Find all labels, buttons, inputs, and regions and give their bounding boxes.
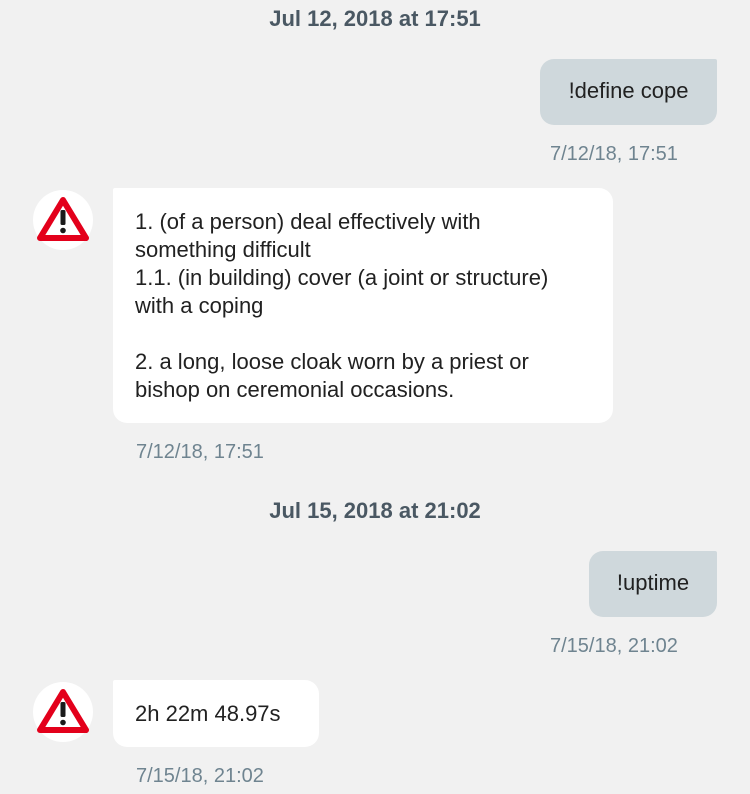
message-timestamp: 7/15/18, 21:02 (550, 635, 678, 657)
bot-avatar[interactable] (33, 190, 93, 250)
warning-triangle-icon (37, 197, 89, 241)
date-header: Jul 15, 2018 at 21:02 (269, 498, 481, 523)
outgoing-message-bubble[interactable]: !define cope (540, 59, 717, 125)
message-line: with a coping (135, 293, 264, 318)
date-header: Jul 12, 2018 at 17:51 (269, 6, 481, 31)
message-line: 1. (of a person) deal effectively with (135, 209, 481, 234)
message-timestamp: 7/15/18, 21:02 (136, 765, 264, 787)
bot-avatar[interactable] (33, 682, 93, 742)
outgoing-message-text: !define cope (568, 78, 689, 103)
message-timestamp: 7/12/18, 17:51 (136, 441, 264, 463)
message-line: 2h 22m 48.97s (135, 701, 281, 726)
warning-triangle-icon (37, 689, 89, 733)
message-line: 1.1. (in building) cover (a joint or str… (135, 265, 549, 290)
message-timestamp: 7/12/18, 17:51 (550, 143, 678, 165)
outgoing-message-text: !uptime (616, 570, 690, 595)
incoming-message-bubble[interactable]: 1. (of a person) deal effectively with s… (113, 188, 613, 423)
outgoing-message-bubble[interactable]: !uptime (589, 551, 717, 617)
message-line: 2. a long, loose cloak worn by a priest … (135, 349, 529, 374)
message-line: something difficult (135, 237, 311, 262)
incoming-message-bubble[interactable]: 2h 22m 48.97s (113, 680, 319, 747)
message-line: bishop on ceremonial occasions. (135, 377, 455, 402)
